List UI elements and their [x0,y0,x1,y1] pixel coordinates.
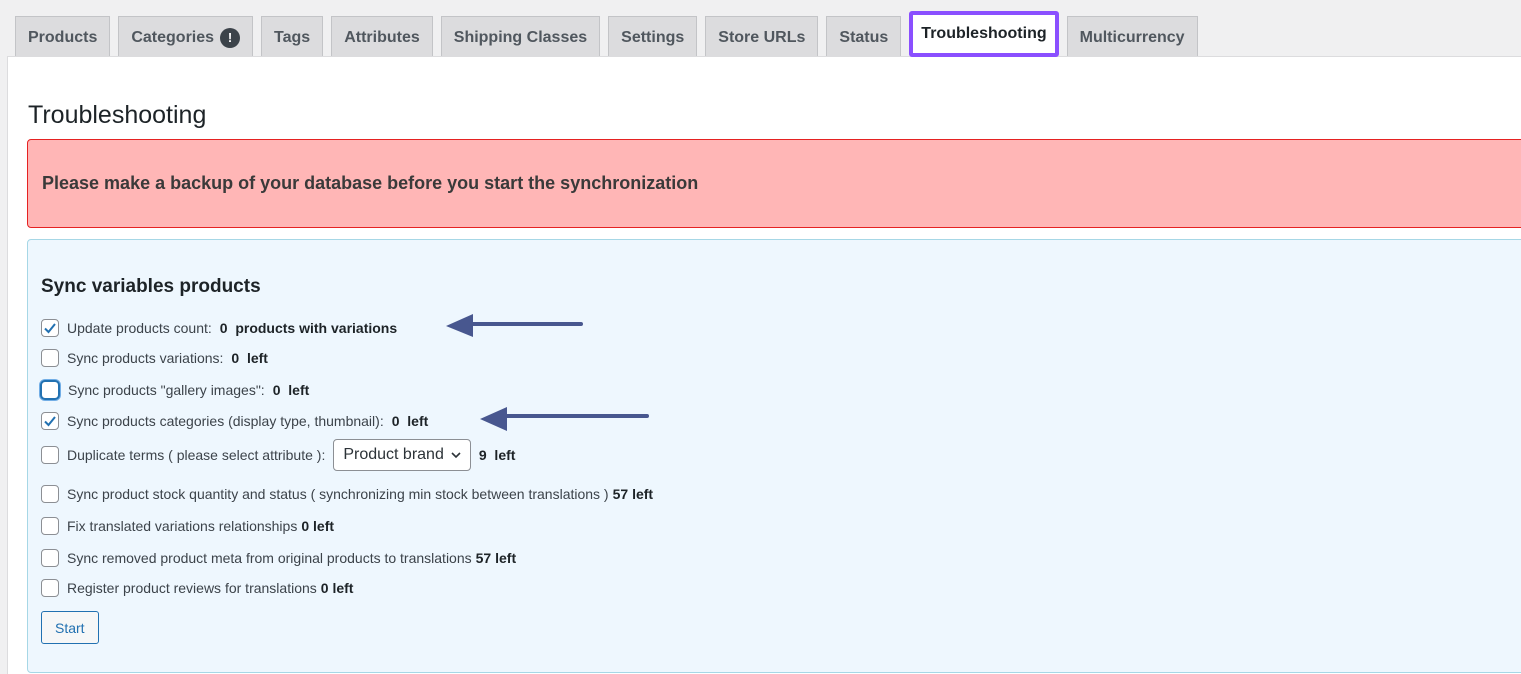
option-label: Fix translated variations relationships [67,518,298,534]
select-value: Product brand [343,446,444,463]
option-label: Sync products "gallery images": [68,382,265,398]
sync-gallery-checkbox[interactable] [40,380,60,400]
option-sync-stock: Sync product stock quantity and status (… [41,485,653,503]
tab-categories[interactable]: Categories! [118,16,254,58]
option-label: Update products count: [67,320,212,336]
page-title: Troubleshooting [28,101,207,129]
tab-label: Categories [131,28,215,46]
tab-label: Status [839,28,889,46]
tab-status[interactable]: Status [826,16,902,58]
option-update-products-count: Update products count: 0 products with v… [41,319,397,337]
tab-store-urls[interactable]: Store URLs [705,16,819,58]
option-count: 9 left [478,447,516,463]
tab-attributes[interactable]: Attributes [331,16,433,58]
tab-label: Troubleshooting [921,25,1047,42]
register-reviews-checkbox[interactable] [41,579,59,597]
main-content: Troubleshooting Please make a backup of … [7,56,1521,674]
fix-variations-checkbox[interactable] [41,517,59,535]
tab-tags[interactable]: Tags [261,16,324,58]
start-button[interactable]: Start [41,611,99,644]
checkmark-icon [44,323,56,334]
tab-shipping-classes[interactable]: Shipping Classes [440,16,601,58]
tab-troubleshooting[interactable]: Troubleshooting [909,11,1059,57]
option-count: 0 left [391,413,429,429]
annotation-arrow-icon [480,407,649,431]
option-sync-removed-meta: Sync removed product meta from original … [41,549,516,567]
duplicate-terms-checkbox[interactable] [41,446,59,464]
option-sync-gallery-images: Sync products "gallery images": 0 left [40,380,309,400]
attribute-select[interactable]: Product brand [333,439,471,471]
option-count: 0 left [272,382,310,398]
option-label: Sync removed product meta from original … [67,550,472,566]
option-sync-variations: Sync products variations: 0 left [41,349,268,367]
option-duplicate-terms: Duplicate terms ( please select attribut… [41,439,515,471]
annotation-arrow-icon [446,314,583,337]
option-count: 0 left [301,518,335,534]
option-count: 0 left [231,350,268,366]
option-register-reviews: Register product reviews for translation… [41,579,353,597]
option-label: Register product reviews for translation… [67,580,317,596]
tab-multicurrency[interactable]: Multicurrency [1066,16,1198,58]
option-label: Duplicate terms ( please select attribut… [67,447,326,463]
option-label: Sync product stock quantity and status (… [67,486,609,502]
update-count-checkbox[interactable] [41,319,59,337]
tab-settings[interactable]: Settings [608,16,698,58]
sync-categories-checkbox[interactable] [41,412,59,430]
sync-stock-checkbox[interactable] [41,485,59,503]
notice-text: Please make a backup of your database be… [42,173,699,193]
option-count: 57 left [475,550,517,566]
tab-label: Store URLs [718,28,806,46]
option-fix-variations: Fix translated variations relationships … [41,517,334,535]
tab-label: Attributes [344,28,420,46]
tab-label: Tags [274,28,311,46]
option-label: Sync products variations: [67,350,224,366]
option-label: Sync products categories (display type, … [67,413,384,429]
option-sync-categories: Sync products categories (display type, … [41,412,428,430]
tab-label: Products [28,28,98,46]
sync-removed-meta-checkbox[interactable] [41,549,59,567]
tab-label: Settings [621,28,685,46]
nav-tabs: Products Categories! Tags Attributes Shi… [15,11,1198,58]
sync-heading: Sync variables products [41,276,261,297]
tab-label: Multicurrency [1079,28,1185,46]
tab-label: Shipping Classes [453,28,588,46]
checkmark-icon [44,416,56,427]
sync-panel: Sync variables products Update products … [27,239,1521,673]
backup-warning-notice: Please make a backup of your database be… [27,139,1521,228]
tab-products[interactable]: Products [15,16,111,58]
alert-badge-icon: ! [220,27,241,48]
option-count: 0 left [320,580,354,596]
chevron-down-icon [451,452,461,459]
option-count: 57 left [612,486,654,502]
start-label: Start [55,619,85,636]
option-count: 0 products with variations [219,320,398,336]
sync-variations-checkbox[interactable] [41,349,59,367]
